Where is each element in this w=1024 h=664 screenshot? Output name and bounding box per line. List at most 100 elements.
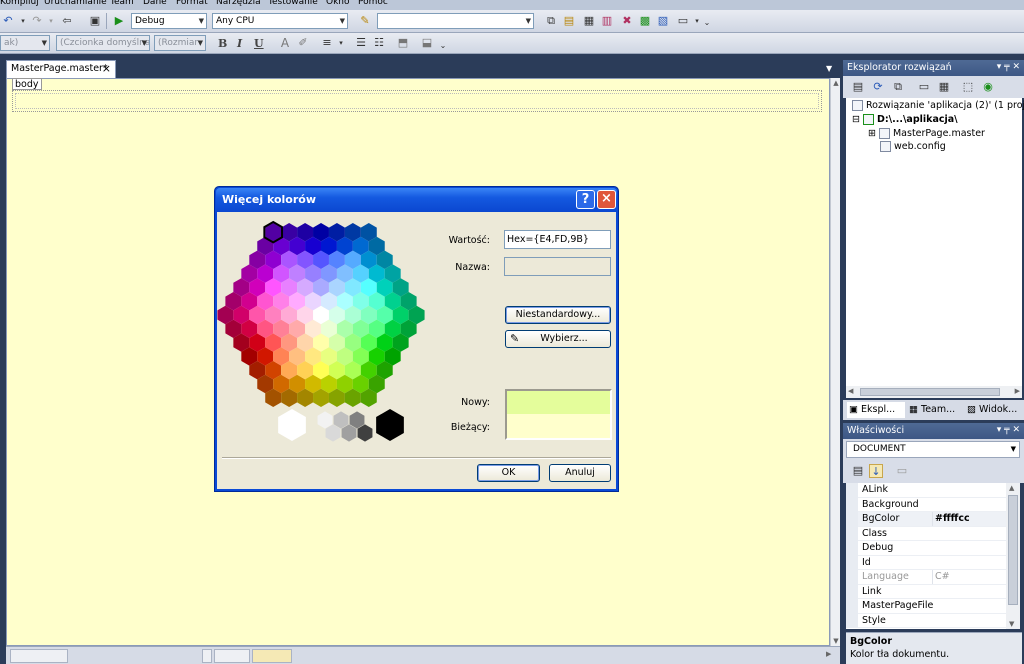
- menu-item[interactable]: Pomoc: [358, 0, 388, 7]
- view-tab-split[interactable]: [202, 649, 212, 663]
- copy-website-icon[interactable]: ⬚: [961, 80, 975, 94]
- find-combo[interactable]: ▼: [377, 13, 534, 29]
- property-row[interactable]: BgColor #ffffcc: [846, 512, 1006, 527]
- undo-icon[interactable]: ↶: [1, 14, 15, 28]
- property-scrollbar[interactable]: ▲ ▼: [1006, 483, 1020, 629]
- property-pages-icon[interactable]: ▭: [895, 464, 909, 478]
- tab-class-view[interactable]: ▨ Widok...: [965, 402, 1023, 418]
- tag-navigator[interactable]: [252, 649, 292, 663]
- tab-team-explorer[interactable]: ▦ Team...: [907, 402, 963, 418]
- menu-item[interactable]: Narzędzia: [216, 0, 261, 7]
- menu-item[interactable]: Uruchamianie: [44, 0, 107, 7]
- help-button[interactable]: ?: [576, 190, 595, 209]
- close-icon[interactable]: ×: [102, 61, 111, 77]
- property-row[interactable]: Class: [846, 526, 1006, 541]
- scroll-up-icon[interactable]: ▲: [831, 79, 841, 87]
- scroll-up-icon[interactable]: ▲: [1009, 484, 1014, 492]
- solution-explorer-icon[interactable]: ⧉: [544, 14, 558, 28]
- tree-file[interactable]: ⊞ MasterPage.master: [868, 128, 985, 140]
- property-row[interactable]: Background: [846, 497, 1006, 512]
- panel-buttons[interactable]: ▾ ╤ ✕: [997, 60, 1020, 75]
- bold-button[interactable]: B: [218, 37, 227, 50]
- alphabetical-icon[interactable]: ↓: [869, 464, 883, 478]
- scroll-thumb[interactable]: [1008, 495, 1018, 605]
- start-debugging-icon[interactable]: ▶: [112, 14, 126, 28]
- redo-icon[interactable]: ↷: [30, 14, 44, 28]
- menu-item[interactable]: Format: [176, 0, 208, 7]
- tab-solution-explorer[interactable]: ▣ Ekspl...: [847, 402, 905, 418]
- vertical-scrollbar[interactable]: ▲ ▼: [830, 78, 840, 646]
- block-format-select[interactable]: ak) ▼: [0, 35, 50, 51]
- menu-item[interactable]: Okno: [326, 0, 350, 7]
- class-view-icon[interactable]: ▧: [656, 14, 670, 28]
- pick-color-button[interactable]: ✎ Wybierz...: [505, 330, 611, 348]
- scroll-thumb[interactable]: [860, 388, 1000, 396]
- start-page-icon[interactable]: ▩: [638, 14, 652, 28]
- scroll-down-icon[interactable]: ▼: [1009, 620, 1014, 628]
- menu-item[interactable]: Team: [110, 0, 134, 7]
- view-code-icon[interactable]: ▭: [917, 80, 931, 94]
- panel-buttons[interactable]: ▾ ╤ ✕: [997, 423, 1020, 438]
- align-icon[interactable]: ≡: [320, 36, 334, 50]
- view-tab-source[interactable]: [214, 649, 250, 663]
- tree-file[interactable]: web.config: [880, 141, 946, 153]
- highlight-icon[interactable]: ✐: [296, 36, 310, 50]
- color-hexagon-palette[interactable]: [217, 212, 457, 452]
- properties-icon[interactable]: ▤: [562, 14, 576, 28]
- ok-button[interactable]: OK: [477, 464, 540, 482]
- find-in-files-icon[interactable]: ✎: [358, 14, 372, 28]
- view-tab-design[interactable]: [10, 649, 68, 663]
- property-row[interactable]: Id: [846, 555, 1006, 570]
- property-value[interactable]: C#: [932, 570, 950, 584]
- menu-item[interactable]: Dane: [143, 0, 167, 7]
- scroll-right-icon[interactable]: ▶: [826, 650, 831, 658]
- insert-icon[interactable]: ⬒: [396, 36, 410, 50]
- window-icon[interactable]: ▣: [88, 14, 102, 28]
- property-row[interactable]: ALink: [846, 483, 1006, 498]
- numbered-list-icon[interactable]: ☰: [354, 36, 368, 50]
- property-value[interactable]: #ffffcc: [932, 512, 970, 526]
- value-field[interactable]: Hex={E4,FD,9B}: [504, 230, 611, 249]
- tree-solution[interactable]: Rozwiązanie 'aplikacja (2)' (1 projekt): [852, 100, 1024, 112]
- font-size-select[interactable]: (Rozmiar ▼: [154, 35, 206, 51]
- chevron-down-icon[interactable]: ▼: [826, 64, 832, 73]
- link-icon[interactable]: ⬓: [420, 36, 434, 50]
- properties-icon[interactable]: ▤: [851, 80, 865, 94]
- undo-dropdown-icon[interactable]: ▾: [16, 14, 30, 28]
- platform-select[interactable]: Any CPU ▼: [212, 13, 348, 29]
- scroll-down-icon[interactable]: ▼: [831, 637, 841, 645]
- menu-item[interactable]: Kompiluj: [0, 0, 39, 7]
- scroll-right-icon[interactable]: ▶: [1015, 387, 1020, 395]
- command-window-icon[interactable]: ▭: [676, 14, 690, 28]
- body-tag-label[interactable]: body: [12, 78, 42, 90]
- toolbar-options-icon[interactable]: ⌄: [436, 39, 450, 53]
- configuration-icon[interactable]: ◉: [981, 80, 995, 94]
- toolbox-icon[interactable]: ▥: [600, 14, 614, 28]
- font-name-select[interactable]: (Czcionka domyślna ▼: [56, 35, 150, 51]
- view-designer-icon[interactable]: ▦: [937, 80, 951, 94]
- property-row[interactable]: Link: [846, 584, 1006, 599]
- menu-item[interactable]: Testowanie: [268, 0, 318, 7]
- black-color-cell[interactable]: [376, 409, 404, 441]
- bullet-list-icon[interactable]: ☷: [372, 36, 386, 50]
- white-color-cell[interactable]: [278, 409, 306, 441]
- property-row[interactable]: Language C#: [846, 570, 1006, 585]
- custom-color-button[interactable]: Niestandardowy...: [505, 306, 611, 324]
- property-row[interactable]: Debug: [846, 541, 1006, 556]
- redo-dropdown-icon[interactable]: ▾: [44, 14, 58, 28]
- tab-masterpage[interactable]: MasterPage.master* ×: [6, 60, 116, 78]
- object-browser-icon[interactable]: ▦: [582, 14, 596, 28]
- object-select[interactable]: DOCUMENT ▼: [846, 441, 1020, 458]
- tree-project[interactable]: ⊟ D:\...\aplikacja\: [852, 114, 958, 126]
- categorized-icon[interactable]: ▤: [851, 464, 865, 478]
- configuration-select[interactable]: Debug ▼: [131, 13, 207, 29]
- cancel-button[interactable]: Anuluj: [549, 464, 611, 482]
- scroll-left-icon[interactable]: ◀: [848, 387, 853, 395]
- navigate-back-icon[interactable]: ⇦: [60, 14, 74, 28]
- dialog-close-button[interactable]: ×: [597, 190, 616, 209]
- show-all-files-icon[interactable]: ⧉: [891, 80, 905, 94]
- font-color-icon[interactable]: A: [278, 36, 292, 50]
- property-row[interactable]: MasterPageFile: [846, 599, 1006, 614]
- horizontal-scrollbar[interactable]: ◀ ▶: [846, 386, 1022, 398]
- italic-button[interactable]: I: [237, 37, 242, 50]
